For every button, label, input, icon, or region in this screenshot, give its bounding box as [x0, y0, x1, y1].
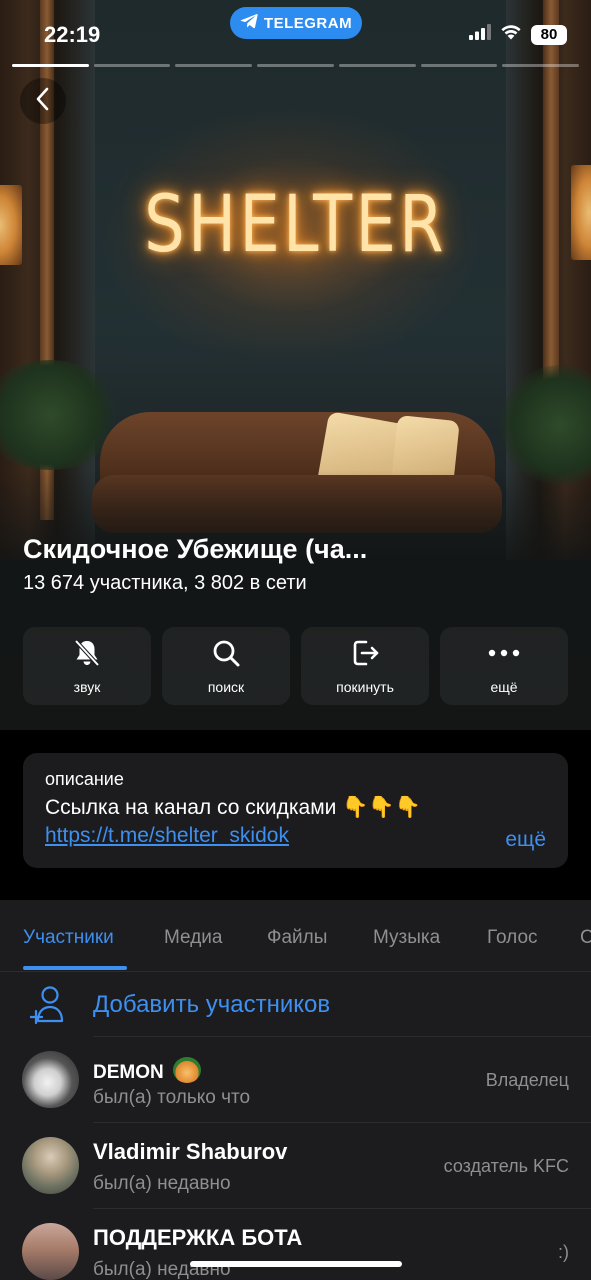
tab-voice[interactable]: Голос	[487, 927, 538, 949]
member-name: ПОДДЕРЖКА БОТА	[93, 1225, 303, 1250]
search-button[interactable]: поиск	[162, 627, 290, 705]
home-indicator[interactable]	[190, 1261, 402, 1267]
bell-slash-icon	[72, 638, 102, 673]
progress-segment	[175, 64, 253, 67]
channel-cover-image: SHELTER	[0, 0, 591, 730]
neon-sign: SHELTER	[144, 180, 447, 270]
progress-segment	[420, 64, 498, 67]
avatar	[22, 1051, 79, 1108]
description-text: Ссылка на канал со скидками 👇👇👇	[45, 796, 421, 819]
more-button[interactable]: ещё	[440, 627, 568, 705]
avatar	[22, 1137, 79, 1194]
status-icons: 80	[469, 24, 567, 45]
channel-subtitle: 13 674 участника, 3 802 в сети	[23, 572, 307, 594]
telegram-icon	[240, 13, 258, 33]
member-row[interactable]: Vladimir Shaburov был(а) недавно создате…	[0, 1123, 591, 1209]
progress-segment	[257, 64, 334, 67]
progress-segment	[12, 64, 89, 67]
leave-label: покинуть	[336, 678, 394, 695]
telegram-label: TELEGRAM	[263, 14, 353, 32]
tab-bar: Участники Медиа Файлы Музыка Голос С	[0, 900, 591, 972]
action-bar: звук поиск покинуть ещё	[23, 627, 568, 705]
member-name: Vladimir Shaburov	[93, 1139, 288, 1164]
battery-indicator: 80	[531, 24, 567, 45]
mute-button[interactable]: звук	[23, 627, 151, 705]
member-role: создатель KFC	[443, 1156, 569, 1176]
active-tab-indicator	[23, 966, 127, 970]
progress-segment	[93, 64, 171, 67]
members-panel: Участники Медиа Файлы Музыка Голос С Доб…	[0, 900, 591, 1280]
emoji-badge-icon	[173, 1057, 202, 1083]
description-label: описание	[45, 769, 124, 789]
back-button[interactable]	[20, 78, 66, 124]
progress-segment	[338, 64, 416, 67]
left-lamp	[0, 185, 22, 265]
telegram-app-pill[interactable]: TELEGRAM	[230, 7, 362, 39]
search-icon	[211, 638, 241, 673]
wifi-icon	[500, 24, 522, 45]
add-user-icon	[28, 985, 66, 1030]
leave-icon	[350, 638, 380, 673]
avatar	[22, 1223, 79, 1280]
progress-segment	[502, 64, 580, 67]
tab-members[interactable]: Участники	[23, 927, 114, 949]
member-role: :)	[558, 1242, 569, 1262]
leave-button[interactable]: покинуть	[301, 627, 429, 705]
tab-more[interactable]: С	[580, 927, 591, 949]
story-progress-bar	[12, 64, 580, 67]
member-role: Владелец	[485, 1070, 569, 1090]
description-card: описание Ссылка на канал со скидками 👇👇👇…	[23, 753, 568, 868]
tab-music[interactable]: Музыка	[373, 927, 440, 949]
member-name: DEMON	[93, 1057, 202, 1084]
member-row[interactable]: DEMON был(а) только что Владелец	[0, 1037, 591, 1123]
status-time: 22:19	[44, 22, 101, 47]
member-row[interactable]: ПОДДЕРЖКА БОТА был(а) недавно :)	[0, 1209, 591, 1280]
member-status: был(а) недавно	[93, 1173, 231, 1194]
tab-files[interactable]: Файлы	[267, 927, 327, 949]
search-label: поиск	[207, 678, 245, 695]
add-members-label: Добавить участников	[93, 991, 331, 1018]
channel-link[interactable]: https://t.me/shelter_skidok	[45, 824, 289, 848]
member-status: был(а) только что	[93, 1087, 251, 1108]
add-members-button[interactable]: Добавить участников	[0, 972, 591, 1037]
mute-label: звук	[73, 678, 101, 695]
tab-media[interactable]: Медиа	[164, 927, 222, 949]
chevron-left-icon	[36, 87, 50, 116]
more-label: ещё	[490, 678, 518, 695]
right-lamp	[571, 165, 591, 260]
cellular-signal-icon	[469, 24, 491, 45]
description-more-link[interactable]: ещё	[505, 828, 546, 852]
channel-title: Скидочное Убежище (ча...	[23, 534, 368, 564]
more-icon	[487, 638, 521, 673]
